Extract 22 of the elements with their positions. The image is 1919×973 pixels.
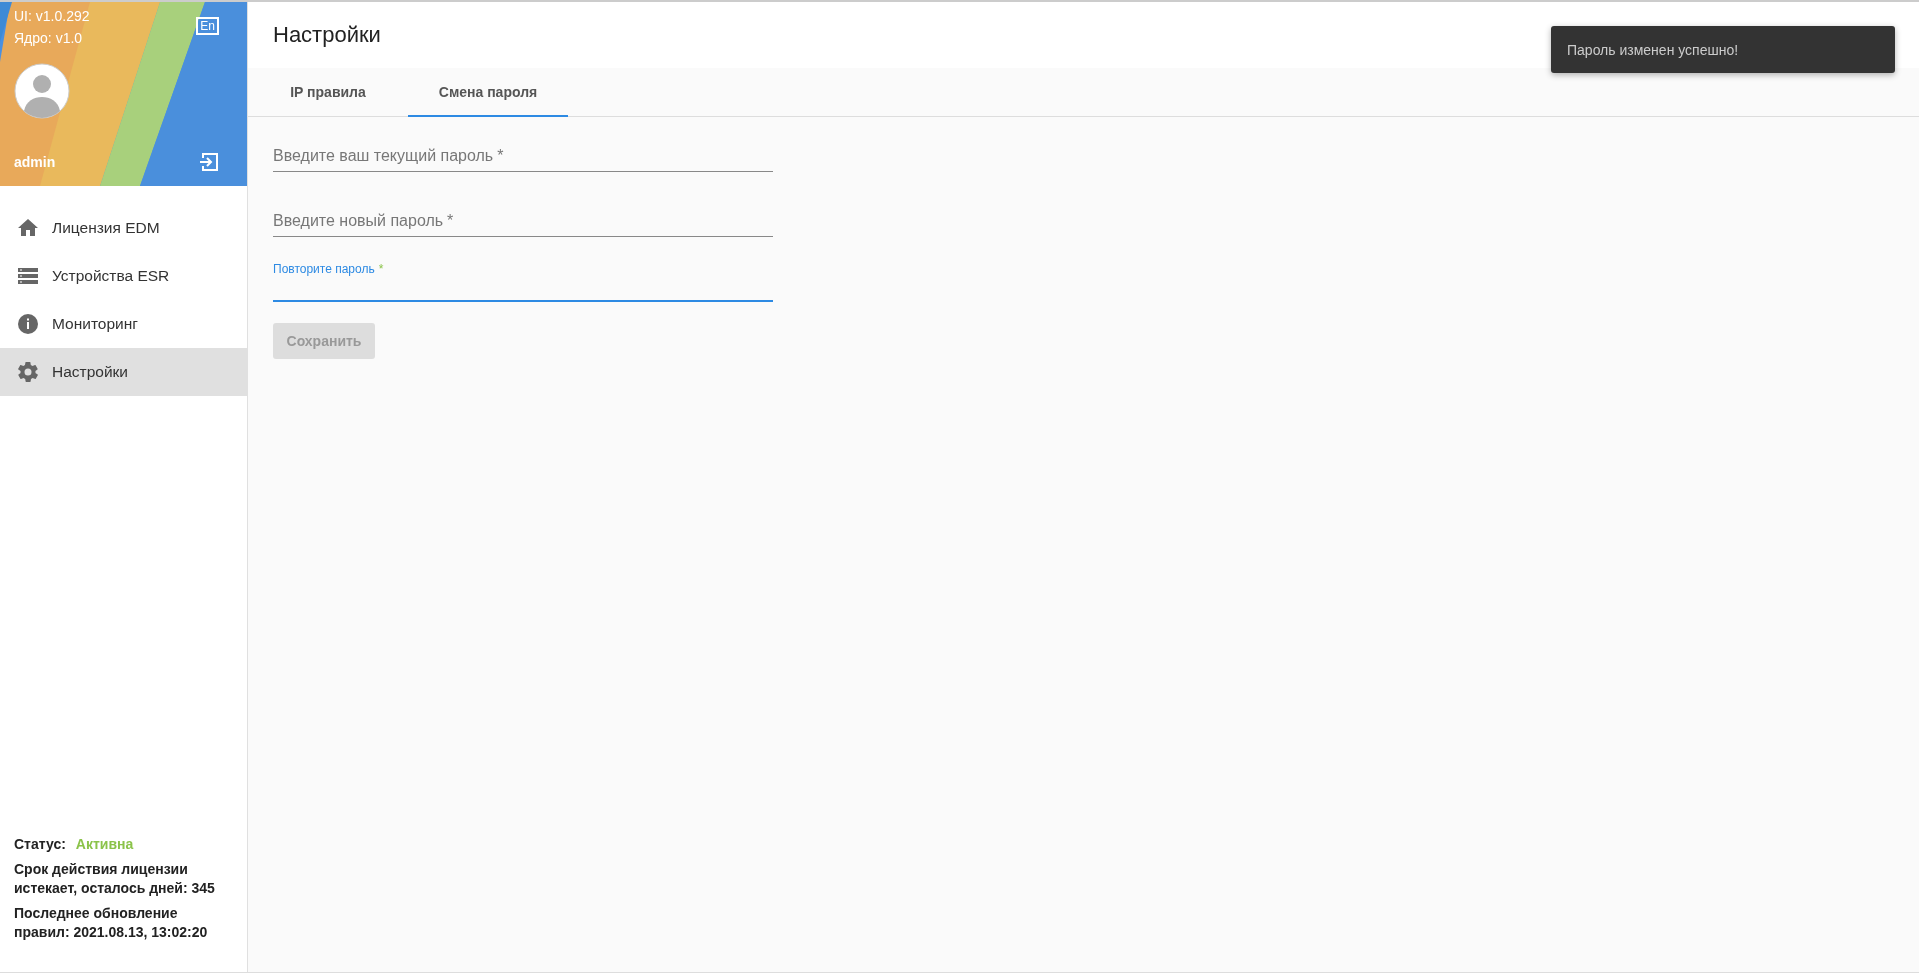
nav-item[interactable]: Настройки [0,348,247,396]
status-value: Активна [75,835,134,854]
nav-item[interactable]: Мониторинг [0,300,247,348]
toast-message: Пароль изменен успешно! [1551,26,1895,73]
user-name: admin [14,154,56,170]
info-icon [16,312,40,336]
status-label: Статус: [14,835,66,854]
avatar-icon [14,63,70,119]
version-text: Ядро: v1.0 [14,29,84,48]
tab[interactable]: IP правила [248,68,408,117]
password-field[interactable]: Введите ваш текущий пароль * [273,117,773,172]
password-field[interactable]: Повторите пароль * [273,247,773,302]
page-title: Настройки [273,22,381,48]
logout-icon[interactable] [199,152,219,172]
license-text: Срок действия лицензии истекает, осталось дней: 345 [14,860,216,898]
version-text: UI: v1.0.292 [14,7,90,26]
nav-item[interactable]: Устройства ESR [0,252,247,300]
settings-icon [16,360,40,384]
update-text: Последнее обновление правил: 2021.08.13, 13:02:20 [14,904,209,942]
tab[interactable]: Смена пароля [408,68,568,117]
password-field[interactable]: Введите новый пароль * [273,182,773,237]
nav-item[interactable]: Лицензия EDM [0,204,247,252]
